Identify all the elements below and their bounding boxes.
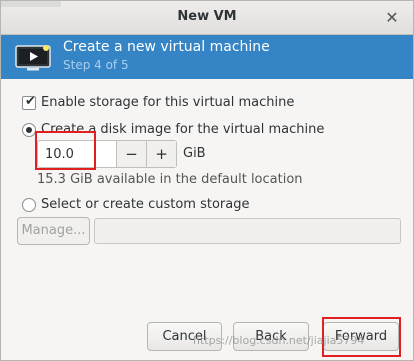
custom-storage-radio[interactable] xyxy=(22,198,36,212)
radio-selected-dot xyxy=(26,127,32,133)
create-disk-radio[interactable] xyxy=(22,123,36,137)
header-banner: Create a new virtual machine Step 4 of 5 xyxy=(1,35,413,79)
close-icon[interactable]: ✕ xyxy=(381,7,403,29)
custom-storage-label[interactable]: Select or create custom storage xyxy=(41,197,249,212)
watermark-text: https://blog.csdn.net/jiajia5794 xyxy=(193,334,365,347)
step-indicator: Step 4 of 5 xyxy=(63,58,129,72)
decrease-size-button[interactable]: − xyxy=(116,141,146,167)
enable-storage-checkbox[interactable]: ✔ xyxy=(22,94,36,110)
titlebar[interactable]: New VM ✕ xyxy=(1,1,413,35)
monitor-play-icon xyxy=(15,45,51,71)
manage-button[interactable]: Manage... xyxy=(17,217,90,245)
available-space-text: 15.3 GiB available in the default locati… xyxy=(37,172,303,187)
window-title: New VM xyxy=(177,9,237,24)
enable-storage-label[interactable]: Enable storage for this virtual machine xyxy=(41,95,294,110)
checkmark-icon: ✔ xyxy=(25,94,36,109)
background-window-edge xyxy=(1,1,61,7)
banner-title: Create a new virtual machine xyxy=(63,39,270,55)
increase-size-button[interactable]: + xyxy=(146,141,176,167)
size-unit-label: GiB xyxy=(183,146,206,161)
custom-storage-path-field[interactable] xyxy=(94,218,401,244)
new-vm-dialog: New VM ✕ Create a new virtual machine St… xyxy=(0,0,414,361)
size-highlight-annotation xyxy=(35,131,96,170)
